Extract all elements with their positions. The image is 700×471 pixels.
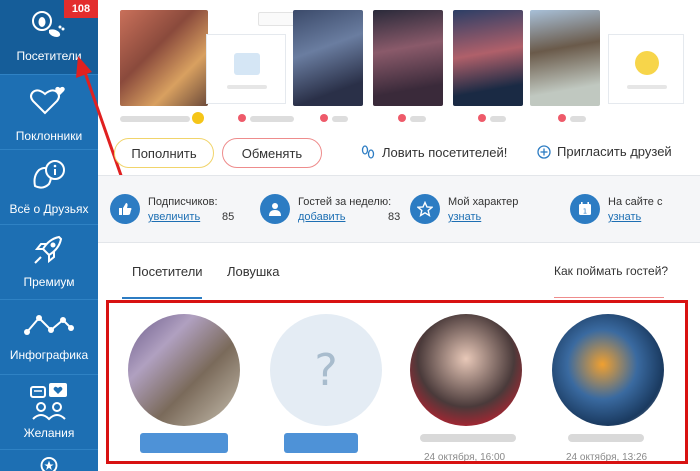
weekly-guests-count: 83 [388, 211, 401, 223]
heart-icon [398, 114, 406, 122]
coin-icon [192, 112, 204, 124]
add-link[interactable]: добавить [298, 211, 345, 223]
photo-thumbnail[interactable] [120, 10, 208, 106]
line-chart-icon [24, 315, 74, 335]
catch-visitors-button[interactable]: Ловить посетителей! [360, 144, 507, 160]
blurred-caption [570, 116, 586, 122]
catch-visitors-label: Ловить посетителей! [382, 144, 508, 160]
stat-weekly-guests: Гостей за неделю: добавить 83 [260, 194, 400, 228]
learn-link[interactable]: узнать [608, 211, 641, 223]
star-badge-icon [40, 456, 58, 471]
hearts-icon [30, 86, 65, 115]
wishes-icon [30, 383, 67, 421]
stat-title: Гостей за неделю: [298, 196, 392, 208]
footprints-icon [361, 145, 375, 159]
photo-thumbnail[interactable] [608, 34, 684, 104]
sidebar-item-label: Всё о Друзьях [9, 202, 89, 216]
stat-title: На сайте с [608, 196, 663, 208]
photo-thumbnail[interactable] [530, 10, 600, 106]
plus-circle-icon [537, 144, 551, 159]
calendar-icon: 1 [570, 194, 600, 224]
blurred-caption [332, 116, 348, 122]
star-icon [410, 194, 440, 224]
heart-icon [558, 114, 566, 122]
sidebar-item-label: Желания [23, 426, 75, 440]
active-tab-indicator [122, 297, 202, 299]
stat-subscribers: Подписчиков: увеличить 85 [110, 194, 240, 228]
user-icon [260, 194, 290, 224]
stat-character: Мой характер узнать [410, 194, 540, 228]
thumbs-up-icon [110, 194, 140, 224]
tab-visitors[interactable]: Посетители [132, 264, 203, 279]
blurred-caption [490, 116, 506, 122]
sidebar-item-label: Инфографика [9, 348, 89, 362]
stats-panel: Подписчиков: увеличить 85 Гостей за неде… [98, 175, 700, 243]
increase-link[interactable]: увеличить [148, 211, 200, 223]
svg-text:1: 1 [583, 208, 587, 216]
photo-thumbnail[interactable] [453, 10, 523, 106]
learn-link[interactable]: узнать [448, 211, 481, 223]
footprints-icon [32, 11, 65, 37]
sidebar-item-next[interactable] [0, 450, 98, 471]
stat-title: Подписчиков: [148, 196, 218, 208]
heart-icon [478, 114, 486, 122]
tab-trap[interactable]: Ловушка [227, 264, 280, 279]
app-root: Посетители 108 Поклонники Всё о Друзьях [0, 0, 700, 471]
heart-icon [320, 114, 328, 122]
blurred-caption [120, 116, 190, 122]
blurred-caption [410, 116, 426, 122]
how-to-catch-link[interactable]: Как поймать гостей? [554, 264, 668, 278]
highlight-frame [106, 300, 688, 464]
notification-badge: 108 [64, 0, 98, 18]
friends-info-icon [33, 160, 65, 189]
sidebar-item-premium[interactable]: Премиум [0, 225, 98, 300]
visitor-photo-strip [98, 0, 700, 130]
subscribers-count: 85 [222, 211, 235, 223]
sidebar-item-label: Премиум [23, 275, 75, 289]
blurred-caption [250, 116, 294, 122]
photo-thumbnail[interactable] [206, 34, 286, 104]
heart-icon [238, 114, 246, 122]
sidebar-item-wishes[interactable]: Желания [0, 375, 98, 450]
invite-friends-button[interactable]: Пригласить друзей [537, 144, 672, 159]
photo-thumbnail[interactable] [373, 10, 443, 106]
topup-button[interactable]: Пополнить [114, 138, 214, 168]
sidebar-item-infographics[interactable]: Инфографика [0, 300, 98, 375]
sidebar-item-label: Посетители [16, 49, 82, 63]
how-to-catch-underline [554, 297, 664, 298]
stat-title: Мой характер [448, 196, 519, 208]
invite-friends-label: Пригласить друзей [557, 144, 672, 159]
sidebar-item-label: Поклонники [15, 129, 83, 143]
rocket-icon [34, 235, 63, 264]
photo-thumbnail[interactable] [293, 10, 363, 106]
stat-member-since: 1 На сайте с узнать [570, 194, 690, 228]
exchange-button[interactable]: Обменять [222, 138, 322, 168]
